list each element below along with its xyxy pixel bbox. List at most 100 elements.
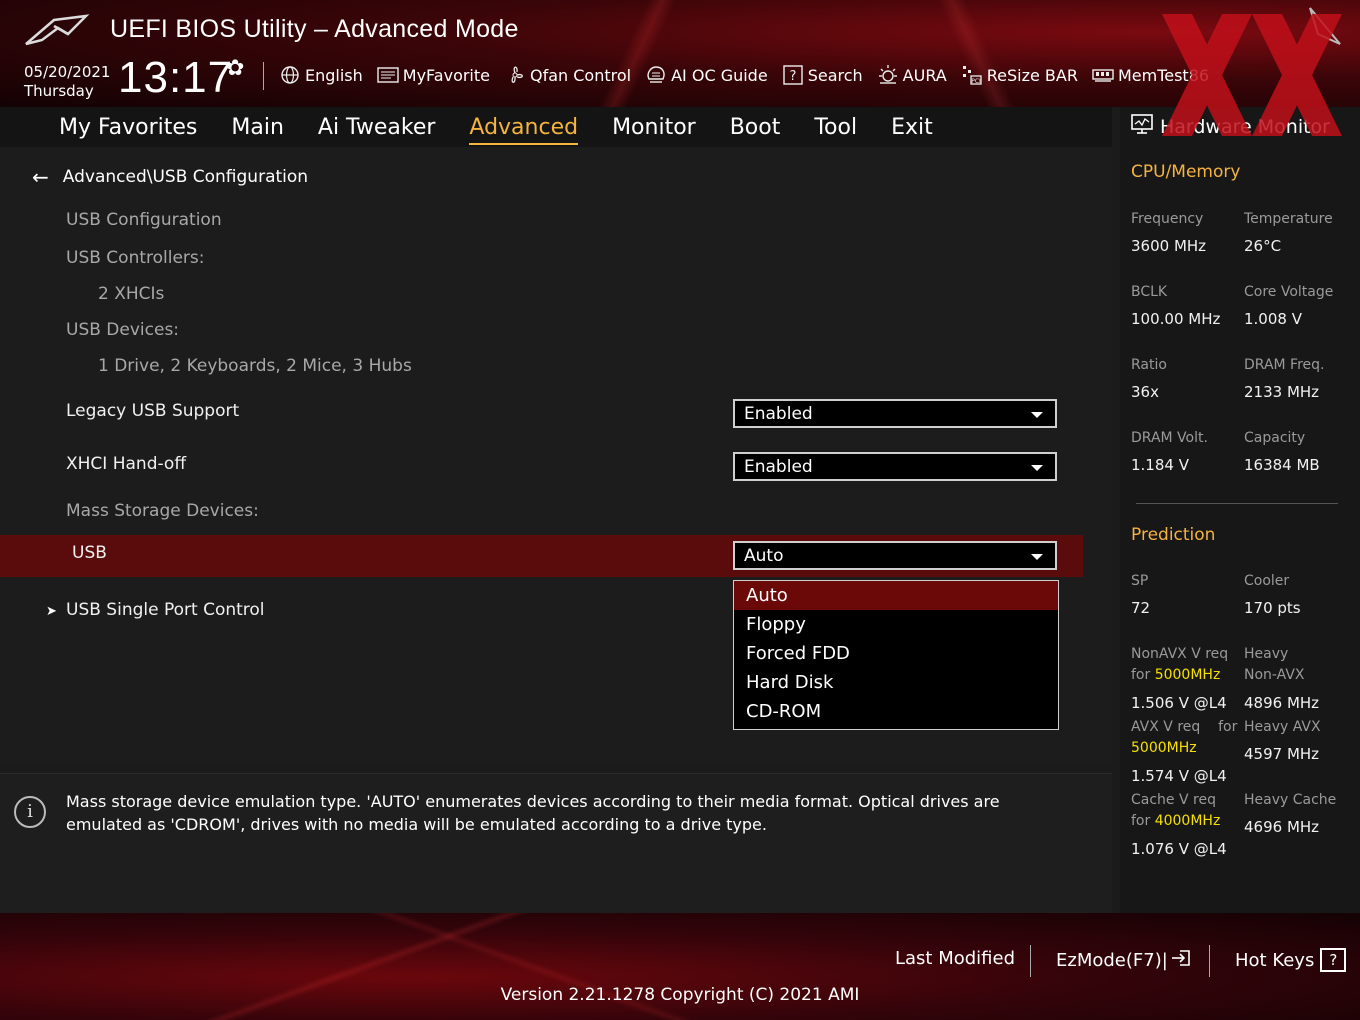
dropdown-value: Enabled — [744, 404, 813, 424]
myfavorite-label: MyFavorite — [402, 65, 490, 85]
nonavx-freq: 5000MHz — [1154, 667, 1221, 683]
date-text: 05/20/2021 — [24, 63, 111, 81]
tab-advanced[interactable]: Advanced — [469, 115, 578, 145]
ai-oc-guide-button[interactable]: AI OC Guide — [645, 64, 768, 86]
tab-tool[interactable]: Tool — [814, 115, 857, 140]
info-icon: i — [14, 796, 46, 828]
option-auto[interactable]: Auto — [734, 581, 1058, 610]
prediction-heading: Prediction — [1131, 525, 1216, 545]
bclk-label: BCLK — [1131, 284, 1168, 300]
heavy-avx-label: Heavy AVX — [1244, 719, 1321, 735]
divider — [1209, 945, 1210, 977]
dropdown-arrow-icon — [1031, 465, 1043, 471]
cooler-label: Cooler — [1244, 573, 1290, 589]
qfan-control-label: Qfan Control — [530, 65, 632, 85]
breadcrumb-path: Advanced\USB Configuration — [62, 167, 309, 187]
xhci-handoff-dropdown[interactable]: Enabled — [733, 452, 1057, 481]
heavy-nonavx-value: 4896 MHz — [1244, 694, 1320, 712]
fan-icon — [504, 64, 526, 86]
option-hard-disk[interactable]: Hard Disk — [734, 668, 1058, 697]
cache-freq: 4000MHz — [1154, 813, 1221, 829]
dram-volt-label: DRAM Volt. — [1131, 430, 1208, 446]
option-forced-fdd[interactable]: Forced FDD — [734, 639, 1058, 668]
language-label: English — [305, 65, 363, 85]
main-tabs-bar: My Favorites Main Ai Tweaker Advanced Mo… — [0, 107, 1112, 147]
search-label: Search — [807, 65, 863, 85]
back-arrow-icon[interactable]: ← — [32, 165, 49, 189]
dropdown-arrow-icon — [1031, 412, 1043, 418]
ai-guide-icon — [645, 64, 667, 86]
favorite-icon — [377, 64, 399, 86]
mass-storage-devices-label: Mass Storage Devices: — [66, 501, 259, 521]
svg-text:PCI: PCI — [971, 78, 981, 85]
usb-label: USB — [72, 543, 107, 563]
cpu-memory-heading: CPU/Memory — [1131, 162, 1241, 182]
toolbar: English MyFavorite Qfan Control AI OC Gu… — [279, 60, 1223, 90]
usb-controllers-value: 2 XHCIs — [98, 284, 165, 304]
cache-freq-label: for 4000MHz — [1131, 813, 1220, 829]
resize-bar-button[interactable]: PCI ReSize BAR — [961, 64, 1078, 86]
nonavx-voltage-value: 1.506 V @L4 — [1131, 694, 1227, 712]
day-text: Thursday — [24, 82, 94, 100]
core-voltage-label: Core Voltage — [1244, 284, 1334, 300]
cooler-value: 170 pts — [1244, 599, 1301, 617]
dropdown-arrow-icon — [1031, 554, 1043, 560]
last-modified-button[interactable]: Last Modified — [895, 948, 1015, 969]
heavy-nonavx-label-line2: Non-AVX — [1244, 667, 1305, 683]
tab-boot[interactable]: Boot — [730, 115, 781, 140]
divider — [1136, 503, 1338, 504]
memtest-icon — [1092, 64, 1114, 86]
heavy-cache-value: 4696 MHz — [1244, 818, 1320, 836]
usb-emulation-options: Auto Floppy Forced FDD Hard Disk CD-ROM — [733, 580, 1059, 730]
core-voltage-value: 1.008 V — [1244, 310, 1302, 328]
ezmode-button[interactable]: EzMode(F7)| — [1056, 948, 1192, 973]
option-floppy[interactable]: Floppy — [734, 610, 1058, 639]
bclk-value: 100.00 MHz — [1131, 310, 1221, 328]
hardware-monitor-panel: Hardware Monitor CPU/Memory Frequency Te… — [1120, 107, 1360, 913]
aura-button[interactable]: AURA — [877, 64, 947, 86]
breadcrumb: ← Advanced\USB Configuration — [32, 165, 308, 189]
ratio-value: 36x — [1131, 383, 1159, 401]
main-tabs: My Favorites Main Ai Tweaker Advanced Mo… — [42, 107, 950, 147]
divider — [263, 62, 264, 90]
dropdown-value: Enabled — [744, 457, 813, 477]
search-button[interactable]: ? Search — [782, 64, 863, 86]
hot-keys-button[interactable]: Hot Keys ? — [1235, 948, 1347, 972]
option-cd-rom[interactable]: CD-ROM — [734, 697, 1058, 726]
tab-my-favorites[interactable]: My Favorites — [59, 115, 197, 140]
chevron-right-icon: ➤ — [46, 604, 57, 619]
frequency-value: 3600 MHz — [1131, 237, 1207, 255]
footer-bar: Last Modified EzMode(F7)| Hot Keys ? Ver… — [0, 913, 1360, 1020]
capacity-label: Capacity — [1244, 430, 1306, 446]
language-button[interactable]: English — [279, 64, 363, 86]
tab-ai-tweaker[interactable]: Ai Tweaker — [318, 115, 436, 140]
heavy-avx-value: 4597 MHz — [1244, 745, 1320, 763]
sp-value: 72 — [1131, 599, 1151, 617]
avx-freq-label: 5000MHz — [1131, 740, 1197, 756]
ezmode-label: EzMode(F7)| — [1056, 950, 1168, 971]
hot-keys-label: Hot Keys — [1235, 949, 1315, 971]
tab-monitor[interactable]: Monitor — [612, 115, 696, 140]
legacy-usb-support-dropdown[interactable]: Enabled — [733, 399, 1057, 428]
svg-text:?: ? — [789, 69, 796, 84]
sp-label: SP — [1131, 573, 1149, 589]
version-text: Version 2.21.1278 Copyright (C) 2021 AMI — [500, 985, 860, 1005]
tab-exit[interactable]: Exit — [891, 115, 933, 140]
usb-devices-label: USB Devices: — [66, 320, 180, 340]
help-text: Mass storage device emulation type. 'AUT… — [66, 792, 1000, 834]
ratio-label: Ratio — [1131, 357, 1167, 373]
qfan-control-button[interactable]: Qfan Control — [504, 64, 631, 86]
gear-icon[interactable]: ✿ — [226, 56, 244, 81]
usb-controllers-label: USB Controllers: — [66, 248, 205, 268]
divider — [1030, 945, 1031, 977]
usb-emulation-dropdown[interactable]: Auto — [733, 541, 1057, 570]
help-panel: i Mass storage device emulation type. 'A… — [0, 773, 1112, 914]
monitor-icon — [1130, 113, 1154, 140]
settings-panel: ← Advanced\USB Configuration USB Configu… — [0, 147, 1112, 765]
tab-main[interactable]: Main — [231, 115, 284, 140]
frequency-label: Frequency — [1131, 211, 1204, 227]
globe-icon — [279, 64, 301, 86]
usb-single-port-control-link[interactable]: USB Single Port Control — [66, 600, 265, 620]
aura-label: AURA — [902, 65, 947, 85]
myfavorite-button[interactable]: MyFavorite — [377, 64, 490, 86]
